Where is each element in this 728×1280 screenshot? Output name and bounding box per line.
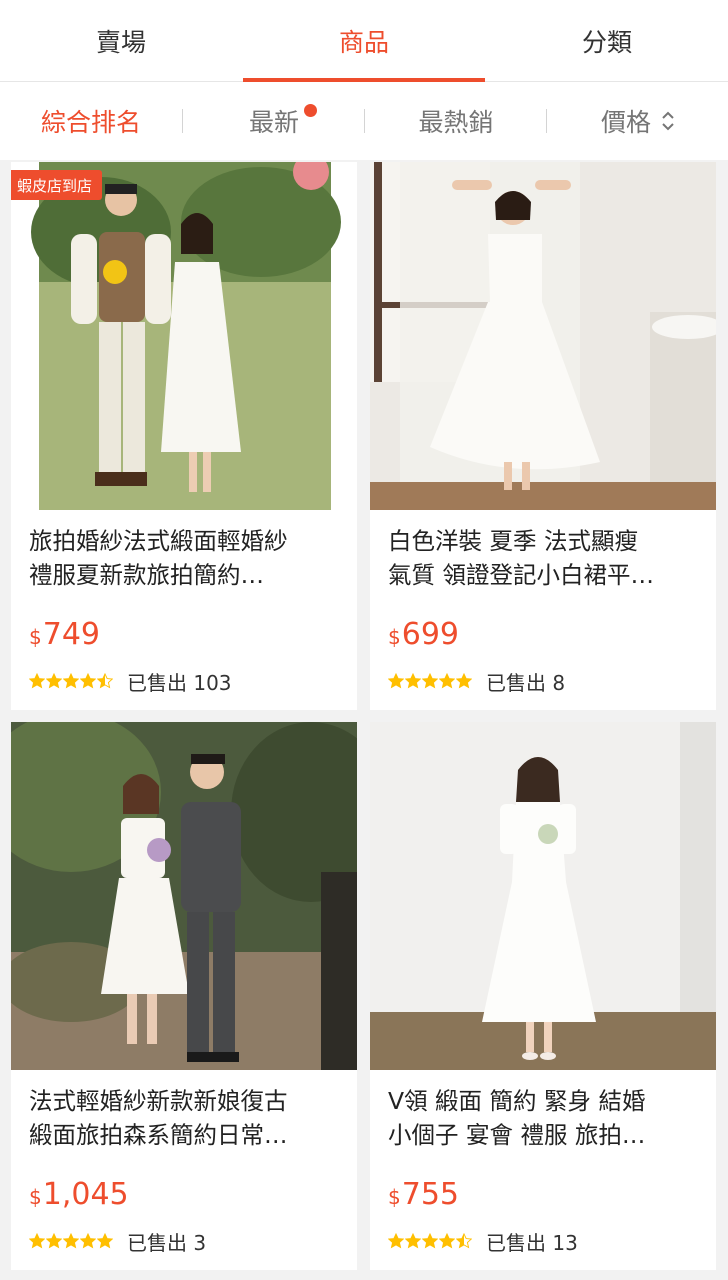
tab-label: 賣場 bbox=[95, 28, 146, 57]
sold-count: 已售出 103 bbox=[127, 670, 232, 695]
star-icon bbox=[439, 673, 455, 689]
tab-categories[interactable]: 分類 bbox=[486, 0, 728, 82]
sort-label: 綜合排名 bbox=[40, 108, 141, 137]
star-rating bbox=[388, 1233, 472, 1249]
product-title: 旅拍婚紗法式緞面輕婚紗 禮服夏新款旅拍簡約… bbox=[29, 524, 347, 592]
star-icon bbox=[405, 1233, 421, 1249]
product-card[interactable]: V領 緞面 簡約 緊身 結婚 小個子 宴會 禮服 旅拍… $755 已售出 13 bbox=[370, 722, 716, 1270]
star-icon bbox=[80, 1233, 96, 1249]
product-image bbox=[11, 162, 357, 510]
tab-products[interactable]: 商品 bbox=[243, 0, 485, 82]
currency-symbol: $ bbox=[388, 625, 401, 649]
store-pickup-badge: 蝦皮店到店 bbox=[11, 170, 103, 205]
sort-label: 最熱銷 bbox=[418, 108, 494, 137]
star-icon bbox=[46, 673, 62, 689]
product-title: 白色洋裝 夏季 法式顯瘦 氣質 領證登記小白裙平… bbox=[388, 524, 706, 592]
currency-symbol: $ bbox=[29, 1185, 42, 1209]
title-line: 法式輕婚紗新款新娘復古 bbox=[29, 1087, 288, 1115]
sold-count: 已售出 3 bbox=[127, 1230, 207, 1255]
product-meta: 已售出 13 bbox=[388, 1227, 578, 1255]
new-indicator-dot bbox=[304, 104, 317, 117]
star-icon bbox=[46, 1233, 62, 1249]
product-price: $755 bbox=[388, 1177, 459, 1212]
sold-count: 已售出 13 bbox=[486, 1230, 578, 1255]
star-icon bbox=[422, 673, 438, 689]
star-icon bbox=[388, 673, 404, 689]
currency-symbol: $ bbox=[388, 1185, 401, 1209]
product-meta: 已售出 103 bbox=[29, 667, 232, 695]
product-title: 法式輕婚紗新款新娘復古 緞面旅拍森系簡約日常… bbox=[29, 1084, 347, 1152]
sort-bar: 綜合排名 最新 最熱銷 價格 bbox=[0, 82, 728, 160]
title-line: V領 緞面 簡約 緊身 結婚 bbox=[388, 1087, 646, 1115]
title-line: 緞面旅拍森系簡約日常… bbox=[29, 1121, 288, 1149]
currency-symbol: $ bbox=[29, 625, 42, 649]
star-icon bbox=[439, 1233, 455, 1249]
star-icon bbox=[456, 1233, 472, 1249]
sort-updown-icon bbox=[661, 110, 675, 132]
title-line: 小個子 宴會 禮服 旅拍… bbox=[388, 1121, 646, 1149]
star-icon bbox=[63, 673, 79, 689]
star-icon bbox=[97, 673, 113, 689]
product-image bbox=[11, 722, 357, 1070]
product-card[interactable]: 白色洋裝 夏季 法式顯瘦 氣質 領證登記小白裙平… $699 已售出 8 bbox=[370, 162, 716, 710]
product-card[interactable]: 法式輕婚紗新款新娘復古 緞面旅拍森系簡約日常… $1,045 已售出 3 bbox=[11, 722, 357, 1270]
product-card[interactable]: 蝦皮店到店 旅拍婚紗法式緞面輕婚紗 禮服夏新款旅拍簡約… $749 已售出 10… bbox=[11, 162, 357, 710]
star-icon bbox=[388, 1233, 404, 1249]
top-tab-bar: 賣場 商品 分類 bbox=[0, 0, 728, 82]
star-icon bbox=[405, 673, 421, 689]
star-rating bbox=[388, 673, 472, 689]
product-price: $699 bbox=[388, 617, 459, 652]
price-value: 699 bbox=[401, 617, 459, 652]
title-line: 旅拍婚紗法式緞面輕婚紗 bbox=[29, 527, 288, 555]
star-rating bbox=[29, 673, 113, 689]
price-value: 749 bbox=[42, 617, 100, 652]
sort-relevance[interactable]: 綜合排名 bbox=[0, 82, 182, 160]
sold-count: 已售出 8 bbox=[486, 670, 566, 695]
title-line: 氣質 領證登記小白裙平… bbox=[388, 561, 654, 589]
star-icon bbox=[456, 673, 472, 689]
product-title: V領 緞面 簡約 緊身 結婚 小個子 宴會 禮服 旅拍… bbox=[388, 1084, 706, 1152]
star-icon bbox=[29, 1233, 45, 1249]
product-price: $1,045 bbox=[29, 1177, 129, 1212]
sort-price[interactable]: 價格 bbox=[547, 82, 728, 160]
product-image bbox=[370, 162, 716, 510]
sort-label: 最新 bbox=[248, 108, 299, 137]
product-price: $749 bbox=[29, 617, 100, 652]
star-rating bbox=[29, 1233, 113, 1249]
star-icon bbox=[422, 1233, 438, 1249]
title-line: 白色洋裝 夏季 法式顯瘦 bbox=[388, 527, 638, 555]
title-line: 禮服夏新款旅拍簡約… bbox=[29, 561, 264, 589]
star-icon bbox=[97, 1233, 113, 1249]
product-meta: 已售出 8 bbox=[388, 667, 565, 695]
star-icon bbox=[80, 673, 96, 689]
tab-shop[interactable]: 賣場 bbox=[0, 0, 242, 82]
tab-label: 商品 bbox=[338, 28, 389, 57]
star-icon bbox=[63, 1233, 79, 1249]
product-image bbox=[370, 722, 716, 1070]
sort-label: 價格 bbox=[600, 108, 651, 137]
sort-latest[interactable]: 最新 bbox=[183, 82, 365, 160]
tab-label: 分類 bbox=[581, 28, 632, 57]
product-meta: 已售出 3 bbox=[29, 1227, 206, 1255]
star-icon bbox=[29, 673, 45, 689]
price-value: 1,045 bbox=[42, 1177, 129, 1212]
price-value: 755 bbox=[401, 1177, 459, 1212]
sort-top-sales[interactable]: 最熱銷 bbox=[365, 82, 547, 160]
